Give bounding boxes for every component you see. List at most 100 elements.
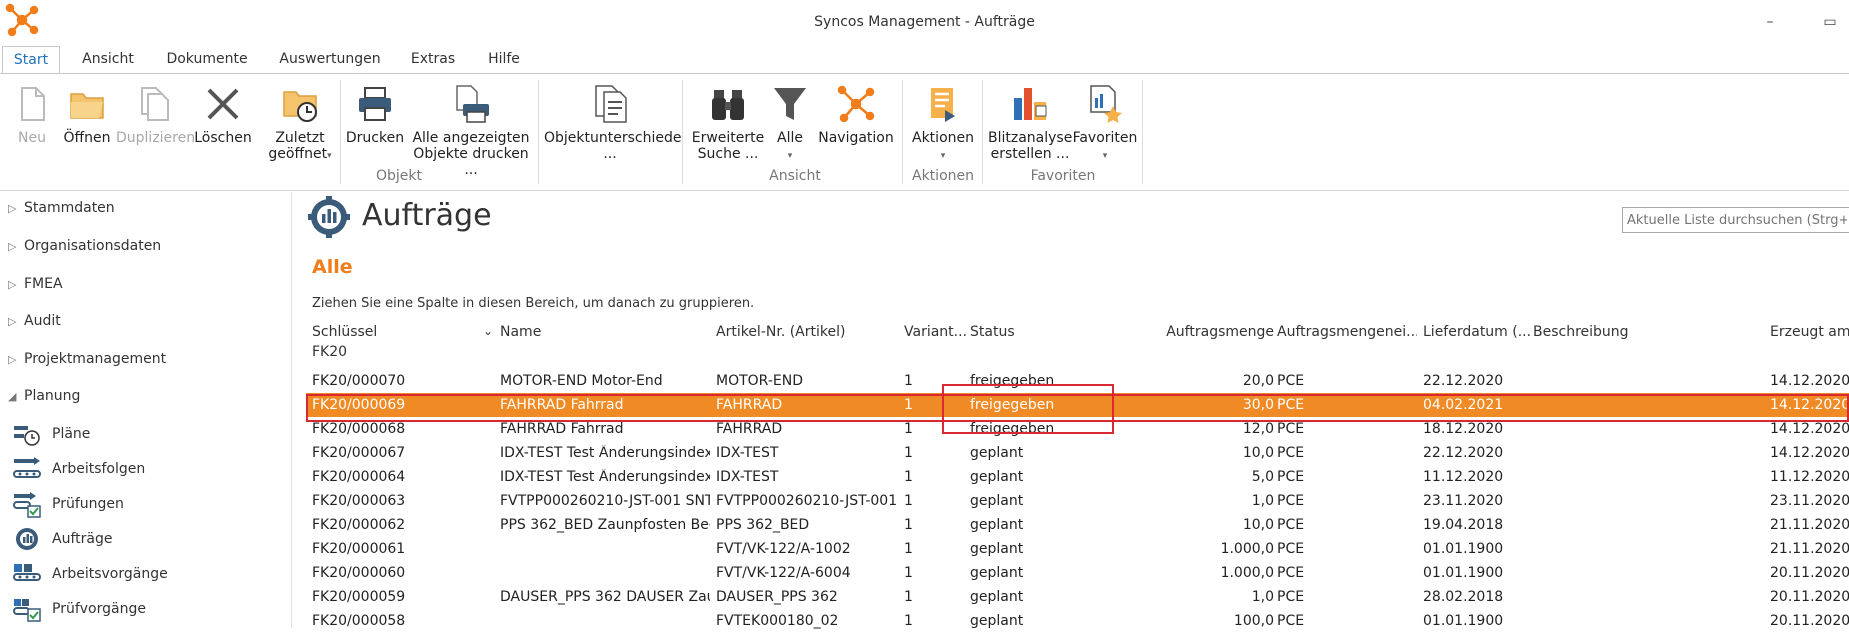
cell-key: FK20/000068 [312,421,406,437]
column-header-status[interactable]: Status [970,324,1110,340]
new-button[interactable]: Neu [10,74,54,146]
filter-icon [774,88,806,120]
dropdown-arrow-icon: ▾ [940,151,946,161]
cell-status: geplant [970,469,1024,485]
cell-delivery: 11.12.2020 [1423,469,1504,485]
column-header-lieferdatum[interactable]: Lieferdatum (... [1423,324,1531,340]
filter-all-button[interactable]: Alle ▾ [768,74,812,164]
cell-unit: PCE [1277,565,1305,581]
tab-dokumente[interactable]: Dokumente [160,46,254,74]
cell-article: DAUSER_PPS 362 [716,589,838,605]
title-bar: Syncos Management - Aufträge – ▭ [0,0,1849,40]
cell-qty: 1,0 [1251,493,1274,509]
column-header-schluessel[interactable]: Schlüssel [312,324,472,340]
tab-hilfe[interactable]: Hilfe [476,46,532,74]
table-row[interactable]: FK20/000062 PPS 362_BED Zaunpfosten Beda P… [306,513,1849,537]
cell-status: geplant [970,493,1024,509]
binoculars-icon [712,90,744,120]
list-title: Alle [312,256,353,278]
tab-auswertungen[interactable]: Auswertungen [270,46,390,74]
group-by-drop-area[interactable]: Ziehen Sie eine Spalte in diesen Bereich… [312,296,754,311]
printer-icon [359,87,391,121]
sidebar-section-fmea[interactable]: ▷ FMEA [8,276,63,292]
column-header-artikel[interactable]: Artikel-Nr. (Artikel) [716,324,896,340]
table-row[interactable]: FK20/000061 FVT/VK-122/A-1002 1 geplant 1.00… [306,537,1849,561]
filter-cell-schluessel[interactable]: FK20 [312,344,347,360]
column-header-erzeugt-am[interactable]: Erzeugt am [1770,324,1849,340]
cell-delivery: 01.01.1900 [1423,613,1504,629]
cell-name: IDX-TEST Test Änderungsindex [500,469,710,485]
table-row[interactable]: FK20/000058 FVTEK000180_02 1 geplant 100,0 PC… [306,609,1849,633]
ribbon-toolbar: Neu Öffnen Duplizieren Löschen Zuletzt g… [0,73,1849,191]
cell-created: 21.11.2020 0 [1770,517,1849,533]
column-header-auftragsmenge[interactable]: Auftragsmenge [1120,324,1274,340]
navigation-button[interactable]: Navigation [814,74,898,146]
sidebar-section-planung[interactable]: ◢ Planung [8,388,80,404]
navigation-network-icon [837,85,875,123]
page-title: Aufträge [362,198,492,233]
cell-delivery: 01.01.1900 [1423,541,1504,557]
cell-delivery: 01.01.1900 [1423,565,1504,581]
new-document-icon [21,87,45,121]
column-header-variante[interactable]: Variant... [904,324,968,340]
ribbon-separator [538,80,539,184]
cell-name: FAHRRAD Fahrrad [500,421,624,437]
ribbon-separator [902,80,903,184]
ribbon-group-aktionen: Aktionen [912,168,974,184]
favorites-button[interactable]: Favoriten ▾ [1072,74,1138,164]
recent-folder-icon [283,91,317,122]
table-row[interactable]: FK20/000064 IDX-TEST Test Änderungsindex I… [306,465,1849,489]
cell-unit: PCE [1277,373,1305,389]
dropdown-arrow-icon: ▾ [787,151,793,161]
ribbon-group-ansicht: Ansicht [769,168,821,184]
tab-start[interactable]: Start [2,46,60,74]
cell-article: FVTEK000180_02 [716,613,839,629]
cell-delivery: 19.04.2018 [1423,517,1504,533]
cell-delivery: 22.12.2020 [1423,445,1504,461]
table-row[interactable]: FK20/000063 FVTPP000260210-JST-001 SNTES F… [306,489,1849,513]
open-button[interactable]: Öffnen [60,74,114,146]
quick-analysis-chart-icon [1014,88,1047,120]
column-header-beschreibung[interactable]: Beschreibung [1533,324,1763,340]
quick-analysis-button[interactable]: Blitzanalyse erstellen ... [988,74,1072,162]
delete-button[interactable]: Löschen [194,74,252,146]
column-header-name[interactable]: Name [500,324,710,340]
cell-created: 14.12.2020 1 [1770,373,1849,389]
duplicate-icon [141,87,169,121]
window-title: Syncos Management - Aufträge [814,14,1035,30]
expand-triangle-icon: ▷ [8,353,17,366]
recent-button[interactable]: Zuletzt geöffnet▾ [262,74,338,164]
ribbon-group-objekt: Objekt [375,168,422,184]
sidebar-section-organisationsdaten[interactable]: ▷ Organisationsdaten [8,238,161,254]
restore-button[interactable]: ▭ [1820,12,1840,32]
cell-variant: 1 [904,445,913,461]
print-button[interactable]: Drucken [344,74,406,146]
cell-qty: 10,0 [1242,445,1274,461]
object-differences-button[interactable]: Objektunterschiede ... [544,74,681,162]
duplicate-button[interactable]: Duplizieren [116,74,195,146]
cell-name: FVTPP000260210-JST-001 SNTES [500,493,710,509]
print-all-button[interactable]: Alle angezeigten Objekte drucken ... [406,74,536,178]
cell-status: geplant [970,445,1024,461]
column-header-mengeneinheit[interactable]: Auftragsmengenei... [1277,324,1417,340]
ribbon-separator [982,80,983,184]
search-input[interactable] [1622,207,1849,233]
minimize-button[interactable]: – [1760,12,1780,32]
table-row[interactable]: FK20/000067 IDX-TEST Test Änderungsindex I… [306,441,1849,465]
tab-extras[interactable]: Extras [406,46,460,74]
sidebar-section-audit[interactable]: ▷ Audit [8,313,61,329]
tab-ansicht[interactable]: Ansicht [72,46,144,74]
status-highlight [942,384,1114,434]
sidebar-section-projektmanagement[interactable]: ▷ Projektmanagement [8,351,166,367]
object-diff-icon [595,85,627,123]
advanced-search-button[interactable]: Erweiterte Suche ... [690,74,766,162]
work-sequences-icon [13,457,41,478]
table-row[interactable]: FK20/000060 FVT/VK-122/A-6004 1 geplant 1.00… [306,561,1849,585]
cell-qty: 100,0 [1233,613,1274,629]
cell-qty: 1.000,0 [1220,565,1274,581]
inspection-operations-icon [13,599,41,622]
cell-key: FK20/000058 [312,613,406,629]
sidebar-section-stammdaten[interactable]: ▷ Stammdaten [8,200,115,216]
table-row[interactable]: FK20/000059 DAUSER_PPS 362 DAUSER Zauny DA… [306,585,1849,609]
actions-button[interactable]: Aktionen ▾ [908,74,978,164]
